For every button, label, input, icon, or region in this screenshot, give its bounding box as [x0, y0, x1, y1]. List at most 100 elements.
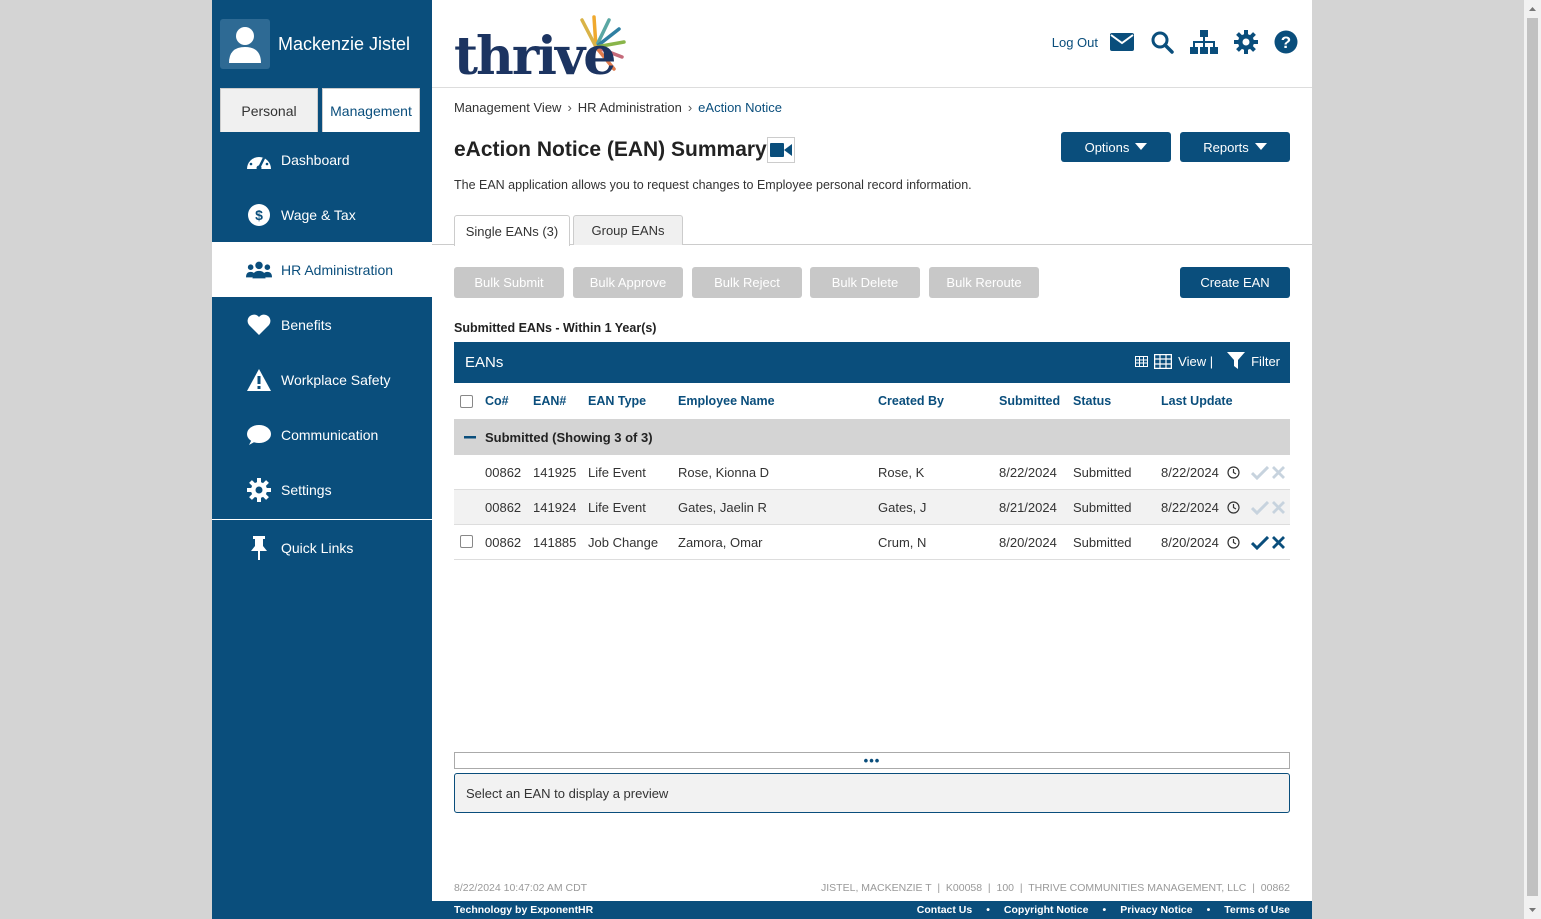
select-all-checkbox[interactable]: [460, 394, 473, 408]
caret-down-icon: [1135, 143, 1148, 150]
search-icon[interactable]: [1150, 30, 1174, 54]
sidebar-item-wage-tax[interactable]: $ Wage & Tax: [212, 187, 432, 242]
column-header[interactable]: Submitted: [999, 394, 1060, 408]
chevron-right-icon: ›: [567, 100, 572, 115]
approve-check-icon: [1251, 501, 1269, 515]
cell-ean: 141924: [533, 499, 577, 515]
sidebar-item-dashboard[interactable]: Dashboard: [212, 132, 432, 187]
filter-icon[interactable]: [1227, 352, 1246, 370]
preview-splitter[interactable]: •••: [454, 752, 1290, 769]
sidebar-item-hr-administration[interactable]: HR Administration: [212, 242, 432, 297]
column-header[interactable]: EAN Type: [588, 394, 646, 408]
page-title: eAction Notice (EAN) Summary: [454, 137, 795, 163]
breadcrumb-item[interactable]: HR Administration: [578, 100, 682, 115]
app-window: Mackenzie Jistel Personal Management Das…: [212, 0, 1312, 919]
view-tabs: Personal Management: [212, 88, 432, 132]
section-label: Submitted EANs - Within 1 Year(s): [454, 321, 657, 335]
video-button[interactable]: [766, 137, 795, 163]
contact-us-link[interactable]: Contact Us: [917, 904, 972, 916]
cell-status: Submitted: [1073, 464, 1132, 480]
approve-check-icon[interactable]: [1251, 536, 1269, 550]
privacy-notice-link[interactable]: Privacy Notice: [1120, 904, 1192, 916]
cell-employee: Rose, Kionna D: [678, 464, 770, 480]
ean-tabs: Single EANs (3) Group EANs: [432, 215, 1312, 246]
video-camera-icon: [769, 143, 792, 157]
heart-icon: [246, 312, 272, 338]
main-content: thrive Log Out ? Management View › HR Ad…: [432, 0, 1312, 919]
sidebar-item-workplace-safety[interactable]: Workplace Safety: [212, 352, 432, 407]
column-header[interactable]: Status: [1073, 394, 1111, 408]
bulk-delete-button[interactable]: Bulk Delete: [810, 267, 920, 298]
reports-label: Reports: [1203, 139, 1249, 155]
tab-group-eans[interactable]: Group EANs: [573, 215, 683, 245]
page-scrollbar[interactable]: [1524, 0, 1541, 919]
logout-link[interactable]: Log Out: [1052, 35, 1098, 50]
scroll-up-icon[interactable]: [1524, 2, 1541, 16]
settings-gear-icon[interactable]: [1234, 30, 1258, 54]
breadcrumb-item[interactable]: Management View: [454, 100, 561, 115]
history-clock-icon[interactable]: [1227, 536, 1240, 549]
scroll-down-icon[interactable]: [1524, 903, 1541, 917]
preview-text: Select an EAN to display a preview: [466, 785, 669, 801]
sidebar-item-label: Quick Links: [281, 539, 354, 556]
help-icon[interactable]: ?: [1274, 30, 1298, 54]
tab-management[interactable]: Management: [322, 88, 420, 132]
sidebar-item-quick-links[interactable]: Quick Links: [212, 520, 432, 575]
org-chart-icon[interactable]: [1190, 30, 1218, 54]
footer-credit[interactable]: Technology by ExponentHR: [454, 904, 593, 916]
cell-type: Life Event: [588, 464, 646, 480]
table-row[interactable]: 00862 141885 Job Change Zamora, Omar Cru…: [454, 525, 1290, 560]
bulk-submit-button[interactable]: Bulk Submit: [454, 267, 564, 298]
terms-of-use-link[interactable]: Terms of Use: [1224, 904, 1290, 916]
footer-separator: •: [986, 904, 990, 916]
filter-button[interactable]: Filter: [1251, 354, 1280, 369]
collapse-icon[interactable]: [464, 436, 476, 439]
table-row[interactable]: 00862 141924 Life Event Gates, Jaelin R …: [454, 490, 1290, 525]
row-checkbox[interactable]: [460, 535, 473, 548]
chevron-right-icon: ›: [687, 100, 693, 115]
sidebar-item-label: Workplace Safety: [281, 371, 391, 388]
bulk-approve-button[interactable]: Bulk Approve: [573, 267, 683, 298]
sidebar: Mackenzie Jistel Personal Management Das…: [212, 0, 432, 919]
reports-button[interactable]: Reports: [1180, 132, 1290, 162]
approve-check-icon: [1251, 466, 1269, 480]
tab-single-eans[interactable]: Single EANs (3): [454, 215, 570, 246]
company-logo[interactable]: thrive: [454, 12, 634, 87]
bulk-reject-button[interactable]: Bulk Reject: [692, 267, 802, 298]
dashboard-icon: [246, 147, 272, 173]
sidebar-nav: Dashboard $ Wage & Tax HR Administration…: [212, 132, 432, 575]
scroll-thumb[interactable]: [1527, 18, 1538, 896]
group-row[interactable]: Submitted (Showing 3 of 3): [454, 419, 1290, 455]
svg-text:?: ?: [1281, 33, 1291, 52]
cell-submitted: 8/20/2024: [999, 534, 1057, 550]
grid-view-icon[interactable]: [1154, 353, 1173, 369]
table-row[interactable]: 00862 141925 Life Event Rose, Kionna D R…: [454, 455, 1290, 490]
grid-small-icon[interactable]: [1135, 355, 1149, 367]
options-button[interactable]: Options: [1061, 132, 1171, 162]
column-header[interactable]: Created By: [878, 394, 944, 408]
view-menu[interactable]: View |: [1178, 354, 1213, 369]
caret-down-icon: [1254, 143, 1267, 150]
svg-text:$: $: [255, 207, 263, 223]
options-label: Options: [1084, 139, 1130, 155]
column-header[interactable]: Co#: [485, 394, 509, 408]
sidebar-item-label: Communication: [281, 426, 379, 443]
sidebar-item-settings[interactable]: Settings: [212, 462, 432, 517]
bulk-reroute-button[interactable]: Bulk Reroute: [929, 267, 1039, 298]
reject-x-icon[interactable]: [1272, 536, 1285, 549]
create-ean-button[interactable]: Create EAN: [1180, 267, 1290, 298]
tab-personal[interactable]: Personal: [220, 88, 318, 132]
sidebar-item-benefits[interactable]: Benefits: [212, 297, 432, 352]
cell-co: 00862: [485, 464, 522, 480]
footer: Technology by ExponentHR Contact Us • Co…: [432, 901, 1312, 919]
mail-icon[interactable]: [1110, 33, 1134, 51]
sidebar-item-label: HR Administration: [281, 261, 394, 278]
copyright-notice-link[interactable]: Copyright Notice: [1004, 904, 1089, 916]
column-header[interactable]: EAN#: [533, 394, 566, 408]
chat-icon: [246, 422, 272, 448]
column-header[interactable]: Last Update: [1161, 394, 1233, 408]
sidebar-item-communication[interactable]: Communication: [212, 407, 432, 462]
history-clock-icon[interactable]: [1227, 466, 1240, 479]
column-header[interactable]: Employee Name: [678, 394, 775, 408]
history-clock-icon[interactable]: [1227, 501, 1240, 514]
